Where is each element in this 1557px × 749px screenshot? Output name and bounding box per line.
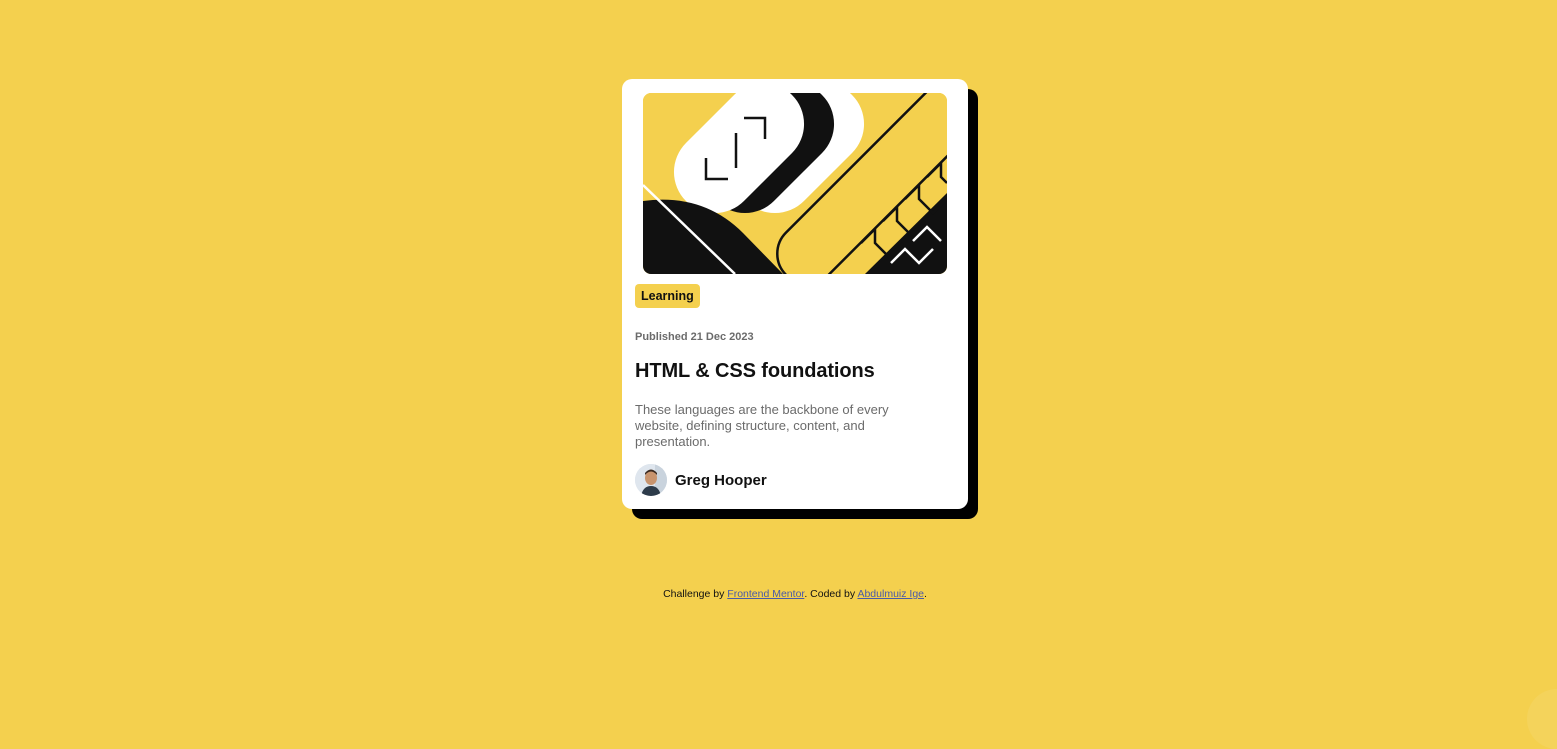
card-description: These languages are the backbone of ever… — [635, 402, 889, 449]
author: Greg Hooper — [635, 464, 767, 496]
published-date: Published 21 Dec 2023 — [635, 331, 754, 343]
author-link[interactable]: Abdulmuiz Ige — [857, 588, 924, 600]
avatar — [635, 464, 667, 496]
frontend-mentor-link[interactable]: Frontend Mentor — [727, 588, 804, 600]
attribution-prefix: Challenge by — [663, 588, 725, 600]
abstract-shapes-illustration — [643, 93, 947, 274]
author-name: Greg Hooper — [675, 471, 767, 489]
card-title[interactable]: HTML & CSS foundations — [635, 360, 875, 383]
attribution-middle: . Coded by — [804, 588, 856, 600]
corner-decoration — [1527, 689, 1557, 749]
attribution-suffix: . — [924, 588, 927, 600]
category-tag[interactable]: Learning — [635, 284, 700, 308]
attribution: Challenge by Frontend Mentor. Coded by A… — [0, 588, 1557, 600]
blog-preview-card[interactable]: Learning Published 21 Dec 2023 HTML & CS… — [622, 79, 968, 509]
